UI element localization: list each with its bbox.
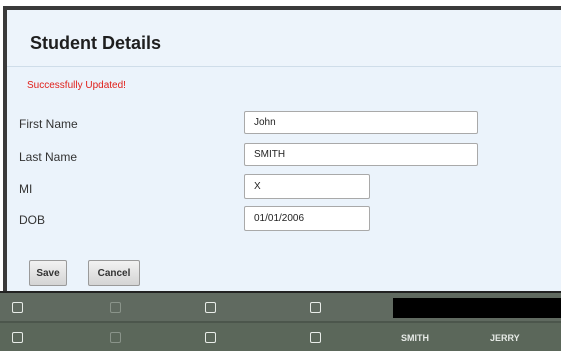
row-checkbox[interactable] bbox=[310, 302, 321, 313]
last-name-input[interactable] bbox=[244, 143, 478, 166]
row-checkbox[interactable] bbox=[205, 302, 216, 313]
row-checkbox-disabled bbox=[110, 302, 121, 313]
save-button[interactable]: Save bbox=[29, 260, 67, 286]
mi-label: MI bbox=[19, 182, 33, 196]
first-name-label: First Name bbox=[19, 117, 78, 131]
row-checkbox[interactable] bbox=[12, 332, 23, 343]
dob-input[interactable] bbox=[244, 206, 370, 231]
row-checkbox[interactable] bbox=[12, 302, 23, 313]
dialog-header: Student Details bbox=[7, 10, 561, 67]
first-name-cell: JERRY bbox=[490, 333, 520, 343]
first-name-input[interactable] bbox=[244, 111, 478, 134]
student-details-dialog: Student Details Successfully Updated! Fi… bbox=[3, 6, 561, 291]
cancel-button[interactable]: Cancel bbox=[88, 260, 140, 286]
row-checkbox[interactable] bbox=[205, 332, 216, 343]
dialog-title: Student Details bbox=[30, 33, 162, 53]
table-row[interactable]: SMITH JERRY bbox=[0, 323, 561, 351]
redacted-cell bbox=[393, 298, 561, 318]
row-checkbox-disabled bbox=[110, 332, 121, 343]
status-message: Successfully Updated! bbox=[27, 80, 126, 91]
mi-input[interactable] bbox=[244, 174, 370, 199]
last-name-label: Last Name bbox=[19, 150, 78, 164]
table-row[interactable] bbox=[0, 293, 561, 321]
last-name-cell: SMITH bbox=[401, 333, 429, 343]
row-checkbox[interactable] bbox=[310, 332, 321, 343]
dob-label: DOB bbox=[19, 213, 46, 227]
